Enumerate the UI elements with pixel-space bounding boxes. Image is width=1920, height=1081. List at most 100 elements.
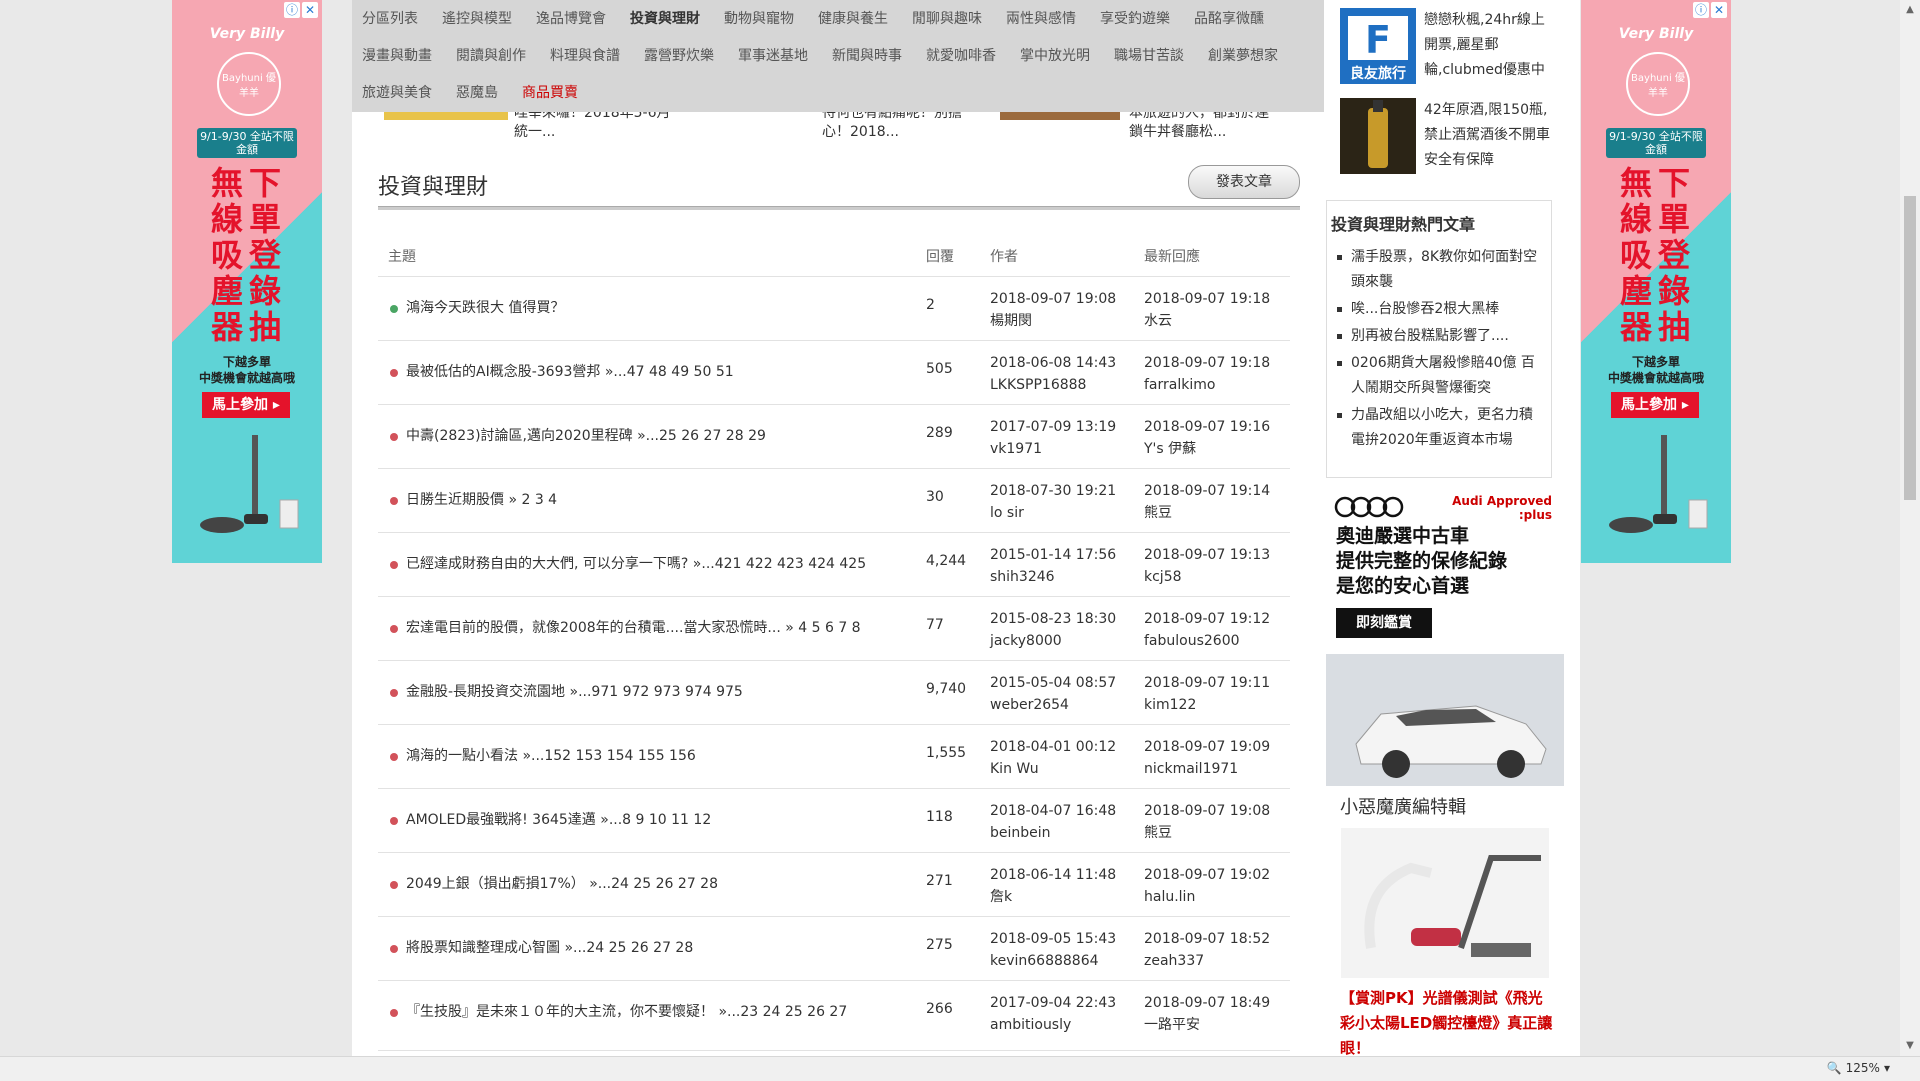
thread-last-user[interactable]: 水云 (1144, 310, 1270, 332)
category-link[interactable]: 逸品博覽會 (536, 8, 606, 28)
category-link[interactable]: 閱讀與創作 (456, 45, 526, 65)
category-link[interactable]: 惡魔島 (456, 82, 498, 102)
category-link[interactable]: 創業夢想家 (1208, 45, 1278, 65)
hot-article-item[interactable]: 力晶改組以小吃大，更名力積電拚2020年重返資本市場 (1335, 403, 1541, 453)
post-article-button[interactable]: 發表文章 (1188, 165, 1300, 199)
category-link[interactable]: 新聞與時事 (832, 45, 902, 65)
hot-article-item[interactable]: 濡手股票，8K教你如何面對空頭來襲 (1335, 245, 1541, 295)
table-row[interactable]: AMOLED最強戰將! 3645達邁 »...8 9 10 11 12 118 20… (378, 788, 1290, 852)
ad-controls[interactable]: ⓘ ✕ (1693, 2, 1729, 20)
thread-title[interactable]: 已經達成財務自由的大大們, 可以分享一下嗎? (406, 556, 688, 572)
category-link[interactable]: 就愛咖啡香 (926, 45, 996, 65)
thread-pages[interactable]: » 4 5 6 7 8 (785, 620, 860, 636)
special-feature-text[interactable]: 【賞測PK】光譜儀測試《飛光彩小太陽LED觸控檯燈》真正讓眼！ (1340, 986, 1554, 1061)
thread-pages[interactable]: »...152 153 154 155 156 (522, 748, 695, 764)
close-icon[interactable]: ✕ (1711, 2, 1727, 18)
scroll-down-icon[interactable]: ▼ (1900, 1036, 1920, 1056)
ad-controls[interactable]: ⓘ ✕ (284, 2, 320, 20)
thread-author[interactable]: LKKSPP16888 (990, 374, 1116, 396)
thread-topic[interactable]: 鴻海今天跌很大 值得買？ (406, 297, 564, 317)
close-icon[interactable]: ✕ (302, 2, 318, 18)
table-row[interactable]: 日勝生近期股價 » 2 3 4 30 2018-07-30 19:21 lo sir 2… (378, 468, 1290, 532)
thread-author[interactable]: 詹k (990, 886, 1116, 908)
category-link[interactable]: 旅遊與美食 (362, 82, 432, 102)
audi-view-button[interactable]: 即刻鑑賞 (1336, 608, 1432, 638)
thread-author[interactable]: 楊期閔 (990, 310, 1116, 332)
thread-topic[interactable]: 中壽(2823)討論區,邁向2020里程碑 »...25 26 27 28 29 (406, 425, 766, 445)
category-link[interactable]: 享受釣遊樂 (1100, 8, 1170, 28)
ad-info-icon[interactable]: ⓘ (284, 2, 300, 18)
thread-topic[interactable]: 最被低估的AI概念股-3693營邦 »...47 48 49 50 51 (406, 361, 734, 381)
table-row[interactable]: 金融股-長期投資交流園地 »...971 972 973 974 975 9,74… (378, 660, 1290, 724)
thread-author[interactable]: beinbein (990, 822, 1116, 844)
thread-last-user[interactable]: farralkimo (1144, 374, 1270, 396)
thread-topic[interactable]: 金融股-長期投資交流園地 »...971 972 973 974 975 (406, 681, 743, 701)
thread-title[interactable]: 最被低估的AI概念股-3693營邦 (406, 364, 600, 380)
thread-author[interactable]: lo sir (990, 502, 1116, 524)
thread-pages[interactable]: »...421 422 423 424 425 (693, 556, 866, 572)
thread-last-user[interactable]: kcj58 (1144, 566, 1270, 588)
category-link[interactable]: 職場甘苦談 (1114, 45, 1184, 65)
thread-title[interactable]: 『生技股』是未來１０年的大主流，你不要懷疑！ (406, 1004, 714, 1020)
table-row[interactable]: 宏達電目前的股價，就像2008年的台積電....當大家恐慌時... » 4 5 … (378, 596, 1290, 660)
thread-title[interactable]: 鴻海今天跌很大 值得買？ (406, 300, 564, 316)
thread-author[interactable]: jacky8000 (990, 630, 1116, 652)
thread-title[interactable]: 金融股-長期投資交流園地 (406, 684, 565, 700)
table-row[interactable]: 將股票知識整理成心智圖 »...24 25 26 27 28 275 2018-09… (378, 916, 1290, 980)
audi-ad[interactable]: Audi Approved :plus 奧迪嚴選中古車 提供完整的保修紀錄 是您… (1326, 482, 1564, 786)
chevron-down-icon[interactable]: ▾ (1884, 1061, 1890, 1075)
thread-last-user[interactable]: Y's 伊蘇 (1144, 438, 1270, 460)
table-row[interactable]: 鴻海今天跌很大 值得買？ 2 2018-09-07 19:08 楊期閔 2018-09… (378, 276, 1290, 340)
category-link[interactable]: 閒聊與趣味 (912, 8, 982, 28)
thread-pages[interactable]: »...23 24 25 26 27 (718, 1004, 847, 1020)
ad-join-button[interactable]: 馬上參加 ▸ (202, 392, 290, 418)
thread-topic[interactable]: 鴻海的一點小看法 »...152 153 154 155 156 (406, 745, 696, 765)
category-link[interactable]: 健康與養生 (818, 8, 888, 28)
table-row[interactable]: 最被低估的AI概念股-3693營邦 »...47 48 49 50 51 505 2… (378, 340, 1290, 404)
category-link[interactable]: 料理與食譜 (550, 45, 620, 65)
thread-pages[interactable]: »...24 25 26 27 28 (564, 940, 693, 956)
thread-author[interactable]: shih3246 (990, 566, 1116, 588)
hot-article-item[interactable]: 0206期貨大屠殺慘賠40億 百人鬧期交所與警爆衝突 (1335, 351, 1541, 401)
thread-last-user[interactable]: 一路平安 (1144, 1014, 1270, 1036)
hot-article-item[interactable]: 唉...台股慘吞2根大黑棒 (1335, 297, 1541, 322)
thread-author[interactable]: kevin66888864 (990, 950, 1116, 972)
table-row[interactable]: 『生技股』是未來１０年的大主流，你不要懷疑！ »...23 24 25 26 2… (378, 980, 1290, 1044)
thread-author[interactable]: ambitiously (990, 1014, 1116, 1036)
category-link[interactable]: 露營野炊樂 (644, 45, 714, 65)
thread-topic[interactable]: 宏達電目前的股價，就像2008年的台積電....當大家恐慌時... » 4 5 … (406, 617, 861, 637)
thread-title[interactable]: 中壽(2823)討論區,邁向2020里程碑 (406, 428, 633, 444)
thread-title[interactable]: 日勝生近期股價 (406, 492, 504, 508)
thread-last-user[interactable]: 熊豆 (1144, 502, 1270, 524)
thread-pages[interactable]: »...47 48 49 50 51 (605, 364, 734, 380)
thread-last-user[interactable]: fabulous2600 (1144, 630, 1270, 652)
thread-pages[interactable]: »...8 9 10 11 12 (600, 812, 711, 828)
thread-topic[interactable]: 已經達成財務自由的大大們, 可以分享一下嗎? »...421 422 423 4… (406, 553, 866, 573)
thread-last-user[interactable]: nickmail1971 (1144, 758, 1270, 780)
thread-pages[interactable]: » 2 3 4 (508, 492, 557, 508)
category-link[interactable]: 漫畫與動畫 (362, 45, 432, 65)
sidebar-ad-whisky[interactable]: 42年原酒,限150瓶,禁止酒駕酒後不開車安全有保障 (1340, 98, 1556, 174)
category-link[interactable]: 分區列表 (362, 8, 418, 28)
scroll-thumb[interactable] (1904, 196, 1916, 500)
thread-author[interactable]: weber2654 (990, 694, 1116, 716)
category-link[interactable]: 掌中放光明 (1020, 45, 1090, 65)
thread-topic[interactable]: 日勝生近期股價 » 2 3 4 (406, 489, 557, 509)
category-link[interactable]: 投資與理財 (630, 8, 700, 28)
right-side-ad[interactable]: ⓘ ✕ Very Billy Bayhuni 優羊羊 9/1-9/30 全站不限金… (1581, 0, 1731, 563)
thread-topic[interactable]: 『生技股』是未來１０年的大主流，你不要懷疑！ »...23 24 25 26 2… (406, 1001, 847, 1021)
category-link[interactable]: 商品買賣 (522, 82, 578, 102)
category-link[interactable]: 兩性與感情 (1006, 8, 1076, 28)
category-link[interactable]: 動物與寵物 (724, 8, 794, 28)
thread-last-user[interactable]: kim122 (1144, 694, 1270, 716)
thread-title[interactable]: 鴻海的一點小看法 (406, 748, 518, 764)
thread-title[interactable]: 2049上銀（損出虧損17%） (406, 876, 585, 892)
thread-topic[interactable]: 將股票知識整理成心智圖 »...24 25 26 27 28 (406, 937, 693, 957)
thread-author[interactable]: vk1971 (990, 438, 1116, 460)
table-row[interactable]: 2049上銀（損出虧損17%） »...24 25 26 27 28 271 201… (378, 852, 1290, 916)
thread-title[interactable]: 宏達電目前的股價，就像2008年的台積電....當大家恐慌時... (406, 620, 781, 636)
thread-last-user[interactable]: zeah337 (1144, 950, 1270, 972)
vertical-scrollbar[interactable]: ▲ ▼ (1900, 0, 1920, 1056)
thread-title[interactable]: AMOLED最強戰將! 3645達邁 (406, 812, 596, 828)
thread-author[interactable]: Kin Wu (990, 758, 1116, 780)
